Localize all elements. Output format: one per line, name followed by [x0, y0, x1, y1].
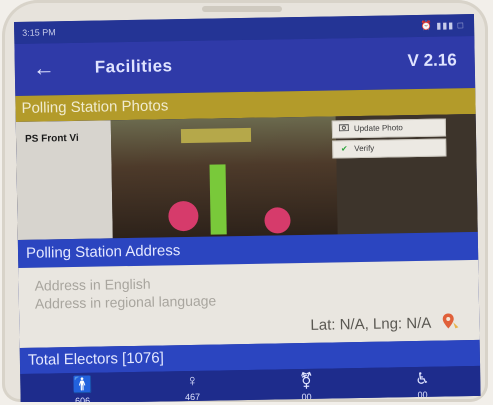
phone-speaker	[202, 6, 282, 12]
wheelchair-icon: ♿	[414, 370, 430, 389]
transgender-icon: ⚧	[299, 372, 314, 391]
stat-pwd: ♿ 00	[392, 368, 453, 400]
stat-transgender: ⚧ 00	[276, 370, 337, 402]
female-icon: ♀	[186, 372, 199, 391]
update-photo-label: Update Photo	[353, 123, 403, 134]
ps-front-label: PS Front Vi	[21, 130, 82, 147]
photo-pillar	[209, 164, 227, 235]
checkmark-icon: ✔	[340, 144, 348, 154]
status-time: 3:15 PM	[22, 27, 56, 38]
phone-frame: 3:15 PM ⏰ ▮▮▮ □ ← Facilities V 2.16 Poll…	[2, 0, 488, 402]
male-icon: 🚹	[72, 376, 93, 395]
stat-female: ♀ 467	[162, 372, 222, 402]
photo-banner	[180, 127, 252, 144]
stat-male-count: 606	[75, 395, 91, 402]
address-panel: Address in English Address in regional l…	[18, 259, 480, 348]
stat-female-count: 467	[184, 391, 201, 402]
photo-person-2	[264, 207, 291, 234]
location-pin-icon[interactable]	[441, 312, 459, 330]
verify-label: Verify	[354, 143, 375, 154]
camera-icon	[337, 121, 351, 137]
address-regional-field[interactable]: Address in regional language	[35, 293, 217, 312]
status-indicators: ⏰ ▮▮▮ □	[420, 20, 465, 31]
update-photo-button[interactable]: Update Photo	[331, 118, 447, 139]
photo-area: PS Front Vi Update Photo ✔ Verify	[15, 113, 478, 240]
version-label: V 2.16	[407, 50, 457, 71]
verify-button[interactable]: ✔ Verify	[332, 138, 447, 159]
stat-transgender-count: 00	[301, 391, 312, 402]
polling-station-photo[interactable]	[110, 116, 338, 239]
stat-pwd-count: 00	[417, 389, 428, 401]
photo-person-1	[168, 200, 199, 232]
stat-male: 🚹 606	[52, 374, 113, 402]
lat-lng-label: Lat: N/A, Lng: N/A	[310, 314, 432, 334]
page-title: Facilities	[94, 56, 173, 77]
app-screen: 3:15 PM ⏰ ▮▮▮ □ ← Facilities V 2.16 Poll…	[14, 13, 481, 402]
address-english-field[interactable]: Address in English	[34, 276, 150, 294]
app-bar: ← Facilities V 2.16	[14, 35, 476, 96]
back-arrow-icon[interactable]: ←	[33, 55, 55, 81]
